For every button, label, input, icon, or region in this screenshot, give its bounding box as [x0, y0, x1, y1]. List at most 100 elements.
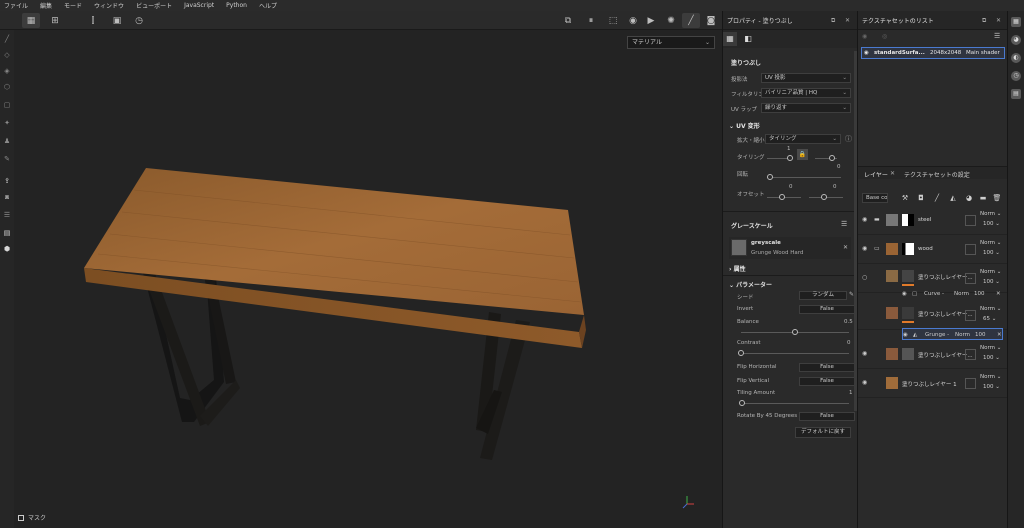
layer-opacity[interactable]: 100 ⌄ — [983, 279, 1000, 285]
layer-channel-box[interactable] — [965, 349, 976, 360]
curve-effect-row[interactable]: ◉ ▢ Curve - Norm 100 ✕ — [902, 288, 1003, 300]
seed-random-button[interactable]: ランダム — [799, 291, 847, 300]
menu-edit[interactable]: 編集 — [40, 1, 52, 10]
texture-set-item[interactable]: ◉ standardSurfa... 2048x2048 Main shader — [861, 47, 1005, 59]
scale-dropdown[interactable]: タイリング ⌄ — [765, 134, 841, 144]
close-icon[interactable]: ✕ — [996, 288, 1001, 300]
layer-row[interactable]: 塗りつぶしレイヤー... Norm ⌄ 65 ⌄ — [858, 302, 1008, 330]
layer-channel-box[interactable] — [965, 244, 976, 255]
frame-icon[interactable]: ▣ — [108, 13, 126, 28]
offset-y-slider-knob[interactable] — [821, 194, 827, 200]
layer-opacity[interactable]: 100 ⌄ — [983, 384, 1000, 390]
layer-channel-box[interactable] — [965, 378, 976, 389]
texture-set-icon[interactable]: ▦ — [1011, 17, 1021, 27]
export-icon[interactable]: ⇪ — [2, 176, 12, 186]
mask-checkbox[interactable]: マスク — [18, 513, 46, 522]
remove-icon[interactable]: ✕ — [843, 244, 848, 251]
tiling-amount-slider-knob[interactable] — [739, 400, 745, 406]
contrast-slider-track[interactable] — [741, 353, 849, 354]
document-icon[interactable]: ▤ — [2, 228, 12, 238]
eye-icon[interactable]: ◉ — [862, 245, 867, 252]
log-icon[interactable]: ▤ — [1011, 89, 1021, 99]
menu-viewport[interactable]: ビューポート — [136, 1, 172, 10]
attributes-title[interactable]: › 属性 — [729, 264, 746, 273]
select-icon[interactable]: ⬚ — [604, 13, 622, 28]
menu-javascript[interactable]: JavaScript — [184, 2, 214, 9]
history-icon[interactable]: ◷ — [1011, 71, 1021, 81]
paint-icon[interactable]: ╱ — [2, 34, 12, 44]
effect-opacity[interactable]: 100 — [975, 329, 986, 341]
grid-dense-icon[interactable]: ⊞ — [46, 13, 64, 28]
flip-horizontal-toggle[interactable]: False — [799, 363, 855, 372]
offset-x-slider-knob[interactable] — [779, 194, 785, 200]
list-menu-icon[interactable]: ☰ — [994, 32, 1000, 40]
filtering-dropdown[interactable]: バイリニア品質 | HQ ⌄ — [761, 88, 851, 98]
tab-mask-icon[interactable]: ◧ — [741, 32, 755, 46]
rotate45-toggle[interactable]: False — [799, 412, 855, 421]
visibility-icon[interactable]: ◉ — [862, 33, 867, 40]
grayscale-menu-icon[interactable]: ☰ — [841, 220, 847, 228]
shader-icon[interactable]: ◕ — [1011, 35, 1021, 45]
projection-icon[interactable]: ◈ — [2, 66, 12, 76]
eye-icon[interactable]: ◉ — [862, 216, 867, 223]
visibility-alt-icon[interactable]: ◎ — [882, 33, 887, 40]
layer-opacity[interactable]: 100 ⌄ — [983, 250, 1000, 256]
smudge-icon[interactable]: ▢ — [2, 100, 12, 110]
eraser-icon[interactable]: ◇ — [2, 50, 12, 60]
layer-row[interactable]: ◉ 塗りつぶしレイヤー... Norm ⌄ 100 ⌄ — [858, 341, 1008, 369]
tiling-amount-slider-track[interactable] — [741, 403, 849, 404]
contrast-slider-knob[interactable] — [738, 350, 744, 356]
pause-icon[interactable]: ⏸ — [582, 13, 600, 28]
effect-blend[interactable]: Norm — [954, 288, 969, 300]
folder-icon[interactable]: ▬ — [978, 193, 988, 203]
tab-layers[interactable]: レイヤー — [864, 170, 888, 179]
polygon-fill-icon[interactable]: ⬡ — [2, 82, 12, 92]
eye-icon[interactable]: ◉ — [902, 288, 907, 300]
layer-opacity[interactable]: 65 ⌄ — [983, 316, 996, 322]
display-icon[interactable]: ◐ — [1011, 53, 1021, 63]
layer-opacity[interactable]: 100 ⌄ — [983, 355, 1000, 361]
layer-blend[interactable]: Norm ⌄ — [980, 240, 1001, 246]
balance-slider-knob[interactable] — [792, 329, 798, 335]
effect-opacity[interactable]: 100 — [974, 288, 985, 300]
uv-wrap-dropdown[interactable]: 繰り返す ⌄ — [761, 103, 851, 113]
clone-icon[interactable]: ✦ — [2, 118, 12, 128]
close-icon[interactable]: ✕ — [845, 17, 850, 24]
screenshot-icon[interactable]: ◙ — [702, 13, 720, 28]
effects-icon[interactable]: ⚒ — [900, 193, 910, 203]
history-icon[interactable]: ◷ — [130, 13, 148, 28]
rotation-slider-track[interactable] — [767, 177, 841, 178]
lock-icon[interactable]: 🔒 — [797, 149, 808, 160]
layer-channel-box[interactable] — [965, 310, 976, 321]
layer-blend[interactable]: Norm ⌄ — [980, 269, 1001, 275]
reset-defaults-button[interactable]: デフォルトに戻す — [795, 427, 851, 438]
layer-blend[interactable]: Norm ⌄ — [980, 345, 1001, 351]
layer-blend[interactable]: Norm ⌄ — [980, 306, 1001, 312]
video-icon[interactable]: ▶ — [642, 13, 660, 28]
grunge-effect-row[interactable]: ◉ ◭ Grunge - Norm 100 ✕ — [902, 328, 1003, 340]
menu-mode[interactable]: モード — [64, 1, 82, 10]
invert-toggle[interactable]: False — [799, 305, 855, 314]
tiling-y-slider-knob[interactable] — [829, 155, 835, 161]
layer-opacity[interactable]: 100 ⌄ — [983, 221, 1000, 227]
layer-channel-box[interactable] — [965, 215, 976, 226]
paint-layer-icon[interactable]: ╱ — [932, 193, 942, 203]
menu-file[interactable]: ファイル — [4, 1, 28, 10]
smart-material-icon[interactable]: ◕ — [964, 193, 974, 203]
light-icon[interactable]: ✺ — [662, 13, 680, 28]
picker-icon[interactable]: ✎ — [2, 154, 12, 164]
parameters-title[interactable]: ⌄ パラメーター — [729, 280, 772, 289]
tab-material-icon[interactable]: ▦ — [723, 32, 737, 46]
channel-dropdown[interactable]: Base co — [862, 193, 888, 203]
menu-python[interactable]: Python — [226, 2, 247, 9]
effect-blend[interactable]: Norm — [955, 329, 970, 341]
fill-layer-icon[interactable]: ◭ — [948, 193, 958, 203]
eye-icon[interactable]: ◉ — [862, 379, 867, 386]
flip-vertical-toggle[interactable]: False — [799, 377, 855, 386]
uv-transform-title[interactable]: ⌄ UV 変形 — [729, 121, 760, 130]
float-icon[interactable]: ⧉ — [982, 17, 986, 25]
trash-icon[interactable]: 🗑 — [992, 193, 1002, 203]
checkbox-box[interactable] — [18, 514, 24, 521]
sphere-icon[interactable]: ◉ — [624, 13, 642, 28]
eye-icon[interactable]: ◉ — [903, 329, 908, 341]
